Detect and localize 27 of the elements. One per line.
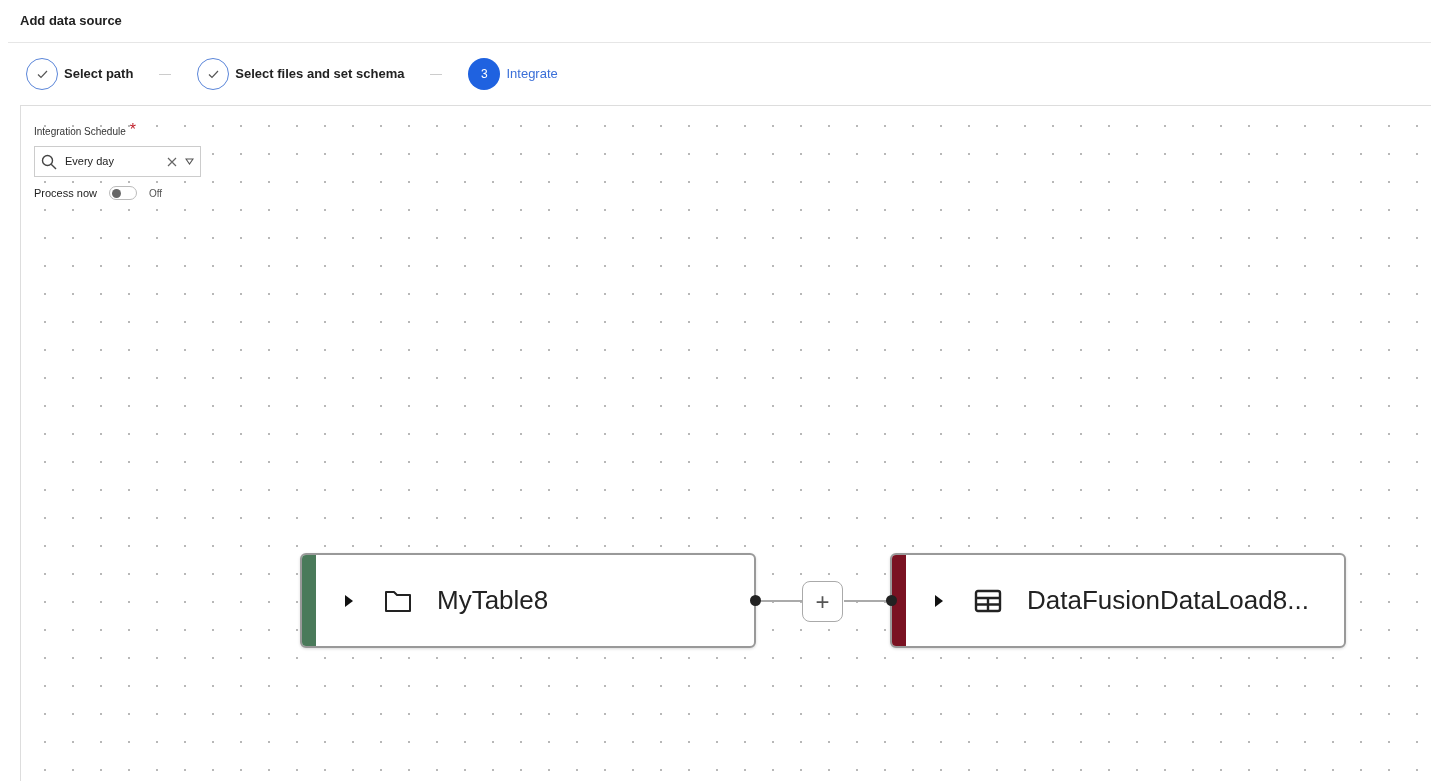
connector-line: [844, 600, 888, 602]
toggle-state: Off: [149, 186, 163, 201]
node-name: MyTable8: [437, 584, 549, 617]
table-icon: [974, 588, 1002, 613]
page-title: Add data source: [20, 12, 122, 31]
schedule-select[interactable]: Every day: [34, 146, 201, 177]
pipeline-node[interactable]: DataFusionDataLoad8...: [890, 553, 1346, 648]
expand-icon[interactable]: [934, 593, 944, 608]
required-mark: *: [129, 121, 136, 138]
step-label[interactable]: Select files and set schema: [235, 64, 405, 84]
node-name: DataFusionDataLoad8...: [1027, 584, 1309, 617]
output-port: [750, 595, 761, 606]
clear-icon[interactable]: [167, 156, 177, 167]
pipeline-node[interactable]: MyTable8: [300, 553, 756, 648]
step-label[interactable]: Integrate: [506, 64, 558, 84]
add-button[interactable]: +: [802, 581, 843, 622]
input-port: [886, 595, 897, 606]
toggle-label: Process now: [34, 186, 97, 201]
step-number[interactable]: 3: [468, 58, 501, 90]
field-label: Integration Schedule: [34, 126, 126, 137]
folder-icon: [384, 588, 412, 613]
process-toggle[interactable]: [109, 186, 137, 201]
caret-icon[interactable]: [185, 158, 194, 165]
connector-line: [760, 600, 802, 602]
step-label[interactable]: Select path: [64, 64, 134, 84]
expand-icon[interactable]: [344, 593, 354, 608]
search-icon: [41, 153, 57, 170]
